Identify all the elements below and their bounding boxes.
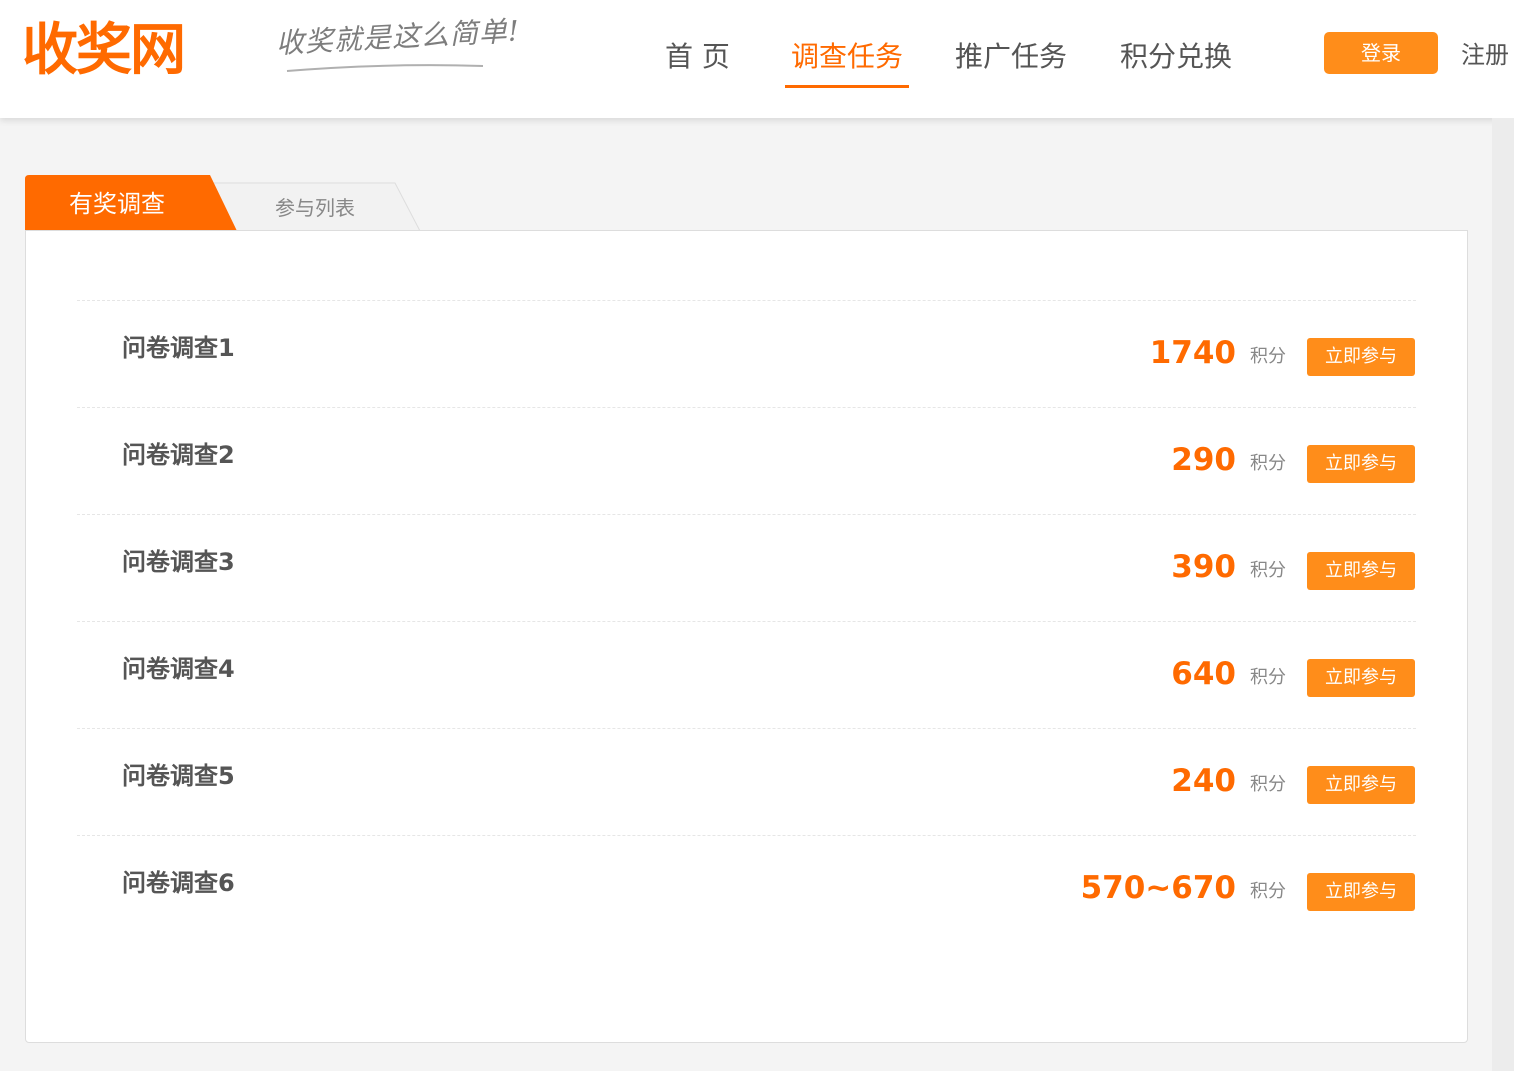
site-logo[interactable]: 收奖网 bbox=[22, 18, 186, 84]
slogan-underline-stroke bbox=[286, 64, 484, 72]
join-now-button[interactable]: 立即参与 bbox=[1307, 766, 1415, 804]
join-now-button[interactable]: 立即参与 bbox=[1307, 552, 1415, 590]
survey-points: 240 bbox=[1171, 763, 1236, 799]
points-unit: 积分 bbox=[1250, 346, 1286, 367]
survey-title[interactable]: 问卷调查3 bbox=[122, 545, 235, 579]
tab-label: 有奖调查 bbox=[69, 190, 165, 218]
survey-title[interactable]: 问卷调查1 bbox=[122, 331, 235, 365]
list-item: 问卷调查1 1740 积分 立即参与 bbox=[77, 300, 1416, 407]
points-unit: 积分 bbox=[1250, 881, 1286, 902]
tab-rewarded-survey[interactable]: 有奖调查 bbox=[25, 175, 237, 231]
register-link[interactable]: 注册 bbox=[1461, 36, 1509, 74]
nav-item-promotion-tasks[interactable]: 推广任务 bbox=[955, 26, 1067, 86]
survey-tabs: 参与列表 有奖调查 bbox=[25, 175, 445, 231]
survey-points: 290 bbox=[1171, 442, 1236, 478]
list-item: 问卷调查3 390 积分 立即参与 bbox=[77, 514, 1416, 621]
survey-title[interactable]: 问卷调查6 bbox=[122, 866, 235, 900]
list-item: 问卷调查5 240 积分 立即参与 bbox=[77, 728, 1416, 835]
points-unit: 积分 bbox=[1250, 667, 1286, 688]
points-unit: 积分 bbox=[1250, 453, 1286, 474]
join-now-button[interactable]: 立即参与 bbox=[1307, 445, 1415, 483]
survey-list: 问卷调查1 1740 积分 立即参与 问卷调查2 290 积分 立即参与 问卷调… bbox=[77, 300, 1416, 942]
nav-item-home[interactable]: 首 页 bbox=[665, 26, 730, 86]
survey-panel: 问卷调查1 1740 积分 立即参与 问卷调查2 290 积分 立即参与 问卷调… bbox=[25, 230, 1468, 1043]
tab-participation-list[interactable]: 参与列表 bbox=[210, 175, 420, 231]
list-item: 问卷调查4 640 积分 立即参与 bbox=[77, 621, 1416, 728]
survey-title[interactable]: 问卷调查5 bbox=[122, 759, 235, 793]
survey-title[interactable]: 问卷调查2 bbox=[122, 438, 235, 472]
list-item: 问卷调查2 290 积分 立即参与 bbox=[77, 407, 1416, 514]
nav-item-points-exchange[interactable]: 积分兑换 bbox=[1120, 26, 1232, 86]
page-scroll-edge bbox=[1492, 118, 1514, 1071]
site-header: 收奖网 收奖就是这么简单! 首 页 调查任务 推广任务 积分兑换 登录 注册 bbox=[0, 0, 1514, 118]
survey-points: 1740 bbox=[1149, 335, 1236, 371]
survey-points: 640 bbox=[1171, 656, 1236, 692]
survey-points: 570~670 bbox=[1080, 870, 1236, 906]
survey-points: 390 bbox=[1171, 549, 1236, 585]
join-now-button[interactable]: 立即参与 bbox=[1307, 338, 1415, 376]
nav-item-survey-tasks[interactable]: 调查任务 bbox=[784, 26, 910, 88]
points-unit: 积分 bbox=[1250, 560, 1286, 581]
list-item: 问卷调查6 570~670 积分 立即参与 bbox=[77, 835, 1416, 942]
join-now-button[interactable]: 立即参与 bbox=[1307, 873, 1415, 911]
site-slogan: 收奖就是这么简单! bbox=[275, 14, 521, 60]
join-now-button[interactable]: 立即参与 bbox=[1307, 659, 1415, 697]
login-button[interactable]: 登录 bbox=[1324, 32, 1438, 74]
points-unit: 积分 bbox=[1250, 774, 1286, 795]
survey-title[interactable]: 问卷调查4 bbox=[122, 652, 235, 686]
